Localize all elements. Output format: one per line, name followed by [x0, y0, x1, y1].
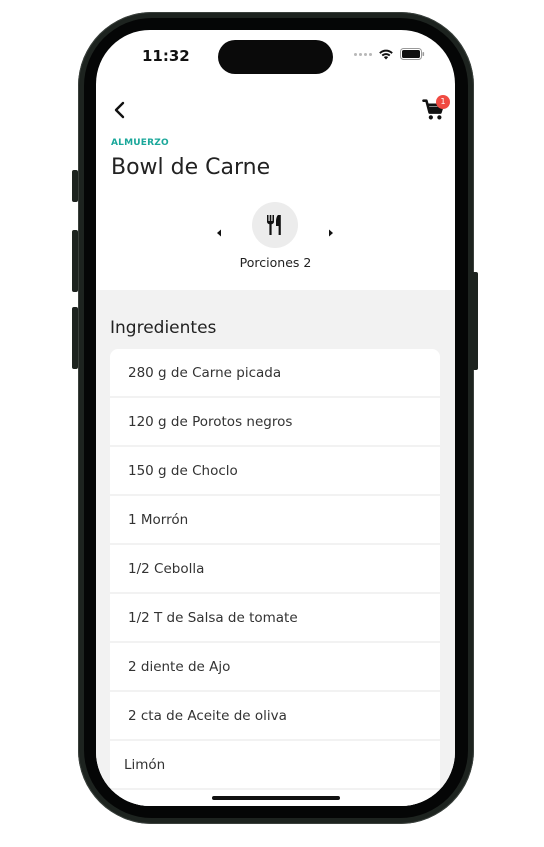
recipe-title: Bowl de Carne [111, 155, 271, 180]
signal-icon [354, 52, 372, 56]
ingredient-item: 120 g de Porotos negros [110, 398, 440, 445]
dynamic-island [218, 40, 333, 74]
increase-portions-icon[interactable] [328, 229, 334, 237]
screen: 11:32 1 ALMUERZO Bowl de Carne Porciones… [96, 30, 455, 806]
ingredient-item: 1/2 T de Salsa de tomate [110, 594, 440, 641]
cart-count-badge: 1 [436, 95, 450, 109]
recipe-category: ALMUERZO [111, 138, 169, 148]
ingredient-item: 1/2 Cebolla [110, 545, 440, 592]
ingredient-item: Limón [110, 741, 440, 788]
ingredient-item: 1 Morrón [110, 496, 440, 543]
side-button-volume-up [72, 230, 78, 292]
status-time: 11:32 [142, 47, 190, 65]
ingredients-list: 280 g de Carne picada 120 g de Porotos n… [110, 349, 440, 806]
ingredient-item: 280 g de Carne picada [110, 349, 440, 396]
ingredient-item: 2 cta de Aceite de oliva [110, 692, 440, 739]
battery-icon [400, 48, 425, 60]
ingredient-item: 2 diente de Ajo [110, 643, 440, 690]
back-arrow-icon[interactable] [108, 98, 132, 122]
portions-label: Porciones 2 [239, 255, 312, 270]
ingredient-item: 150 g de Choclo [110, 447, 440, 494]
decrease-portions-icon[interactable] [216, 229, 222, 237]
wifi-icon [379, 49, 393, 60]
ingredients-heading: Ingredientes [110, 318, 217, 338]
status-icons [354, 48, 425, 60]
side-button-power [472, 272, 478, 370]
home-indicator[interactable] [212, 796, 340, 800]
cutlery-icon [267, 215, 281, 235]
side-button-volume-down [72, 307, 78, 369]
portions-circle [252, 202, 298, 248]
ingredients-section: Ingredientes 280 g de Carne picada 120 g… [96, 290, 455, 806]
side-button-silent [72, 170, 78, 202]
